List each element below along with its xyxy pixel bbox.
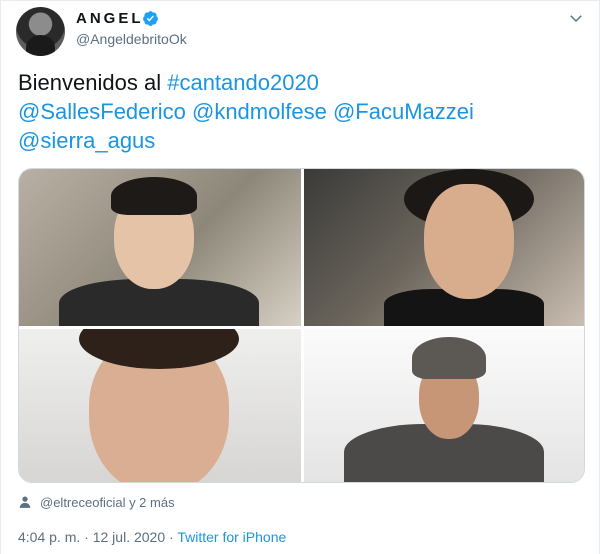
avatar[interactable] (16, 7, 65, 56)
photo-4[interactable] (304, 329, 584, 482)
person-icon (19, 496, 31, 508)
tweet-text-prefix: Bienvenidos al (18, 70, 168, 95)
mention-link[interactable]: @kndmolfese (192, 99, 327, 124)
meta-separator: · (80, 529, 93, 545)
tweet-source-link[interactable]: Twitter for iPhone (177, 529, 286, 545)
hashtag-link[interactable]: #cantando2020 (167, 70, 319, 95)
mention-link[interactable]: @FacuMazzei (333, 99, 474, 124)
display-name[interactable]: ANGEL (76, 10, 144, 27)
photo-2[interactable] (304, 169, 584, 326)
photo-figure (424, 184, 514, 299)
verified-badge-icon (143, 11, 158, 26)
photo-1[interactable] (19, 169, 301, 326)
author-handle[interactable]: @AngeldebritoOk (76, 31, 187, 47)
meta-separator: · (165, 529, 178, 545)
mention-link[interactable]: @SallesFederico (18, 99, 186, 124)
tweet-text: Bienvenidos al #cantando2020 @SallesFede… (18, 68, 588, 155)
photo-figure (412, 337, 486, 379)
tagged-users-label: @eltreceoficial y 2 más (40, 494, 175, 510)
photo-figure (111, 177, 197, 215)
mention-link[interactable]: @sierra_agus (18, 128, 155, 153)
media-grid (18, 168, 585, 483)
tweet-metadata: 4:04 p. m. · 12 jul. 2020 · Twitter for … (18, 529, 286, 545)
tweet-card: ANGEL @AngeldebritoOk Bienvenidos al #ca… (0, 0, 600, 554)
tagged-users[interactable]: @eltreceoficial y 2 más (18, 493, 175, 511)
tweet-time[interactable]: 4:04 p. m. (18, 529, 80, 545)
photo-3[interactable] (19, 329, 301, 482)
tweet-date[interactable]: 12 jul. 2020 (93, 529, 165, 545)
chevron-down-icon[interactable] (567, 9, 585, 27)
